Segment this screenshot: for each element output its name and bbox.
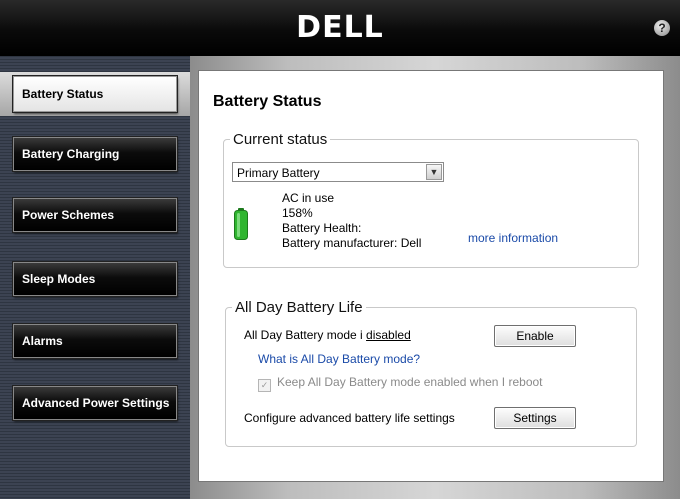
battery-select-value: Primary Battery bbox=[237, 166, 320, 180]
sidebar-item-alarms[interactable]: Alarms bbox=[13, 324, 177, 358]
content-panel: Battery Status Current status Primary Ba… bbox=[198, 70, 664, 482]
page-title: Battery Status bbox=[213, 93, 322, 110]
sidebar-item-advanced-power-settings[interactable]: Advanced Power Settings bbox=[13, 386, 177, 420]
sidebar-item-sleep-modes[interactable]: Sleep Modes bbox=[13, 262, 177, 296]
all-day-battery-mode-label: All Day Battery mode i bbox=[244, 328, 367, 342]
all-day-battery-mode-text: All Day Battery mode i disabled bbox=[244, 328, 411, 342]
battery-health-label: Battery Health: bbox=[282, 221, 362, 235]
dell-logo: DELL bbox=[296, 10, 384, 45]
current-status-legend: Current status bbox=[233, 131, 328, 148]
current-status-group: Current status Primary Battery ▼ AC in u… bbox=[223, 131, 639, 268]
sidebar-item-power-schemes[interactable]: Power Schemes bbox=[13, 198, 177, 232]
enable-button[interactable]: Enable bbox=[494, 325, 576, 347]
all-day-battery-group: All Day Battery Life All Day Battery mod… bbox=[225, 299, 637, 447]
sidebar-nav: Battery Status Battery Charging Power Sc… bbox=[0, 56, 190, 499]
configure-advanced-text: Configure advanced battery life settings bbox=[244, 411, 455, 425]
battery-icon bbox=[234, 208, 248, 240]
settings-button[interactable]: Settings bbox=[494, 407, 576, 429]
sidebar-item-battery-status[interactable]: Battery Status bbox=[13, 76, 177, 112]
all-day-battery-mode-state: disabled bbox=[366, 328, 411, 342]
chevron-down-icon[interactable]: ▼ bbox=[426, 164, 442, 180]
keep-enabled-row: ✓ Keep All Day Battery mode enabled when … bbox=[258, 375, 543, 392]
keep-enabled-label: Keep All Day Battery mode enabled when I… bbox=[277, 375, 543, 389]
help-icon[interactable]: ? bbox=[654, 20, 670, 36]
battery-manufacturer-text: Battery manufacturer: Dell bbox=[282, 236, 422, 250]
content-frame: Battery Status Current status Primary Ba… bbox=[190, 56, 680, 499]
sidebar-item-battery-charging[interactable]: Battery Charging bbox=[13, 137, 177, 171]
all-day-battery-legend: All Day Battery Life bbox=[235, 299, 363, 316]
ac-status-text: AC in use bbox=[282, 191, 335, 205]
charge-percent-text: 158% bbox=[282, 206, 313, 220]
battery-select[interactable]: Primary Battery ▼ bbox=[232, 162, 444, 182]
more-information-link[interactable]: more information bbox=[468, 231, 558, 245]
app-header: DELL ? bbox=[0, 0, 680, 57]
keep-enabled-checkbox[interactable]: ✓ bbox=[258, 379, 271, 392]
what-is-all-day-battery-link[interactable]: What is All Day Battery mode? bbox=[258, 352, 420, 366]
